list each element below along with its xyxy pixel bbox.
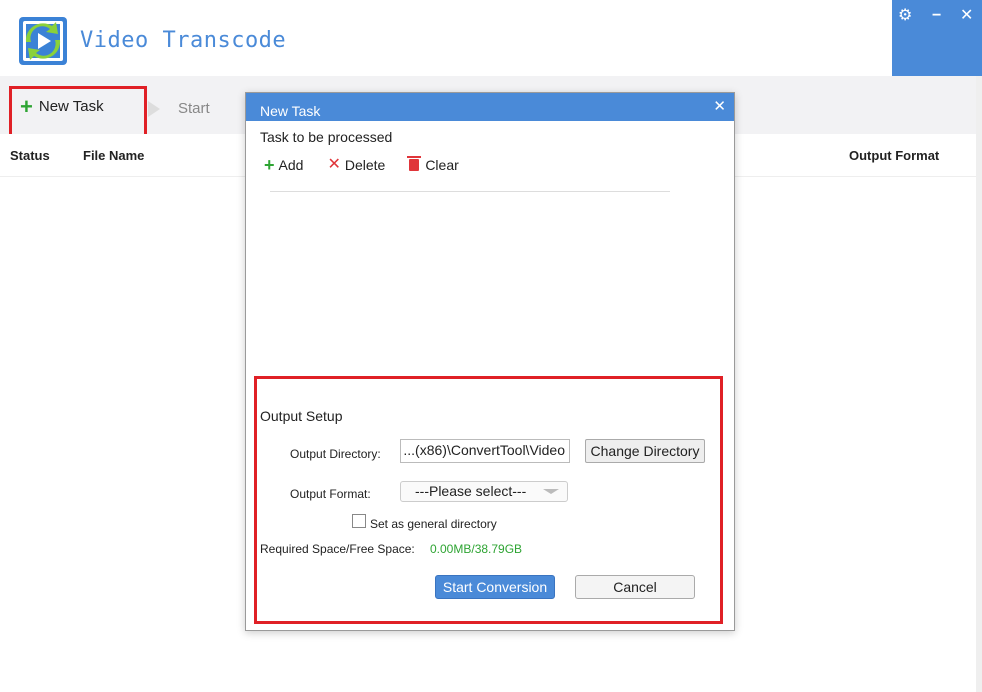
task-list[interactable] [270, 193, 670, 373]
start-label: Start [178, 100, 210, 117]
dialog-title-bar: New Task ✕ [246, 93, 734, 121]
plus-icon: + [264, 155, 275, 175]
output-setup-title: Output Setup [260, 408, 343, 424]
clear-label: Clear [425, 157, 459, 173]
output-format-select[interactable]: ---Please select--- [400, 481, 568, 502]
general-directory-checkbox[interactable] [352, 514, 366, 528]
chevron-down-icon [543, 489, 559, 494]
column-status[interactable]: Status [10, 148, 50, 163]
space-value: 0.00MB/38.79GB [430, 542, 523, 556]
add-label: Add [278, 157, 304, 173]
output-directory-value: ...(x86)\ConvertTool\Video [403, 442, 565, 458]
general-directory-label: Set as general directory [370, 517, 497, 531]
scrollbar-track[interactable] [976, 76, 982, 692]
app-title: Video Transcode [80, 28, 287, 53]
new-task-highlight-box [9, 86, 147, 139]
trash-icon [407, 156, 422, 171]
title-bar: Video Transcode ⚙ − ✕ [0, 0, 982, 76]
start-conversion-button[interactable]: Start Conversion [435, 575, 555, 599]
output-directory-label: Output Directory: [290, 447, 381, 461]
new-task-dialog: New Task ✕ Task to be processed + Add ✕ … [245, 92, 735, 631]
start-button[interactable]: Start [148, 100, 210, 117]
change-directory-button[interactable]: Change Directory [585, 439, 705, 463]
delete-label: Delete [344, 157, 386, 173]
minimize-icon[interactable]: − [932, 6, 941, 26]
output-directory-field[interactable]: ...(x86)\ConvertTool\Video [400, 439, 570, 463]
output-format-value: ---Please select--- [415, 483, 527, 499]
task-section-label: Task to be processed [260, 129, 393, 145]
window-controls: ⚙ − ✕ [892, 0, 982, 76]
play-icon [148, 100, 160, 117]
app-logo-icon [19, 17, 67, 65]
dialog-close-icon[interactable]: ✕ [713, 97, 726, 115]
column-output-format[interactable]: Output Format [849, 148, 939, 163]
gear-icon[interactable]: ⚙ [898, 6, 912, 26]
dialog-title: New Task [260, 103, 321, 119]
delete-x-icon: ✕ [327, 156, 341, 173]
clear-button[interactable]: Clear [407, 156, 459, 173]
add-button[interactable]: + Add [264, 155, 304, 175]
space-label: Required Space/Free Space: [260, 542, 415, 556]
cancel-button[interactable]: Cancel [575, 575, 695, 599]
task-tools: + Add ✕ Delete Clear [264, 155, 459, 175]
close-icon[interactable]: ✕ [960, 6, 973, 26]
task-divider [270, 191, 670, 192]
delete-button[interactable]: ✕ Delete [327, 156, 386, 174]
output-format-label: Output Format: [290, 487, 371, 501]
column-file-name[interactable]: File Name [83, 148, 144, 163]
